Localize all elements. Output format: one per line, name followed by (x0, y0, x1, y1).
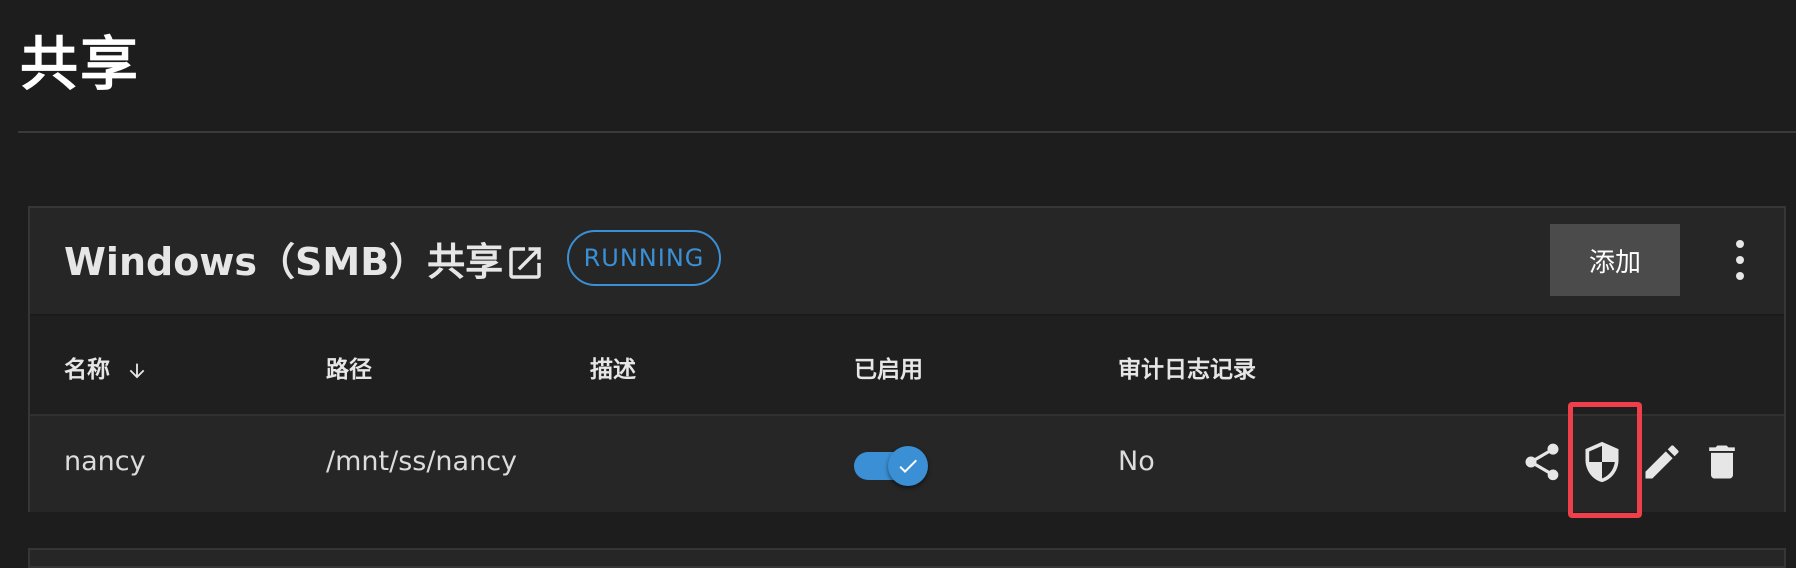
card-header: Windows（SMB）共享 RUNNING 添加 (30, 208, 1784, 316)
column-header-enabled[interactable]: 已启用 (854, 350, 923, 384)
column-header-audit[interactable]: 审计日志记录 (1118, 350, 1256, 384)
smb-shares-card: Windows（SMB）共享 RUNNING 添加 名称 路径 描述 已启用 审… (28, 206, 1786, 512)
toggle-knob (888, 446, 928, 486)
open-in-new-icon[interactable] (504, 242, 546, 284)
status-badge: RUNNING (567, 230, 721, 286)
column-header-description[interactable]: 描述 (590, 350, 636, 384)
share-name: nancy (64, 446, 146, 477)
check-icon (899, 459, 917, 473)
page-title: 共享 (20, 30, 141, 98)
arrow-down-icon[interactable] (126, 360, 148, 382)
more-vert-icon[interactable] (1730, 238, 1750, 282)
column-header-name[interactable]: 名称 (64, 350, 148, 384)
card-title: Windows（SMB）共享 (64, 240, 504, 284)
enabled-toggle[interactable] (854, 446, 928, 486)
next-card (28, 548, 1786, 568)
trash-icon[interactable] (1700, 440, 1744, 484)
share-icon[interactable] (1520, 440, 1564, 484)
share-path: /mnt/ss/nancy (326, 446, 518, 477)
pencil-icon[interactable] (1640, 440, 1684, 484)
table-header: 名称 路径 描述 已启用 审计日志记录 (30, 316, 1784, 416)
audit-logging-value: No (1118, 446, 1155, 477)
highlight-box (1568, 402, 1642, 518)
column-header-path[interactable]: 路径 (326, 350, 372, 384)
column-name-label: 名称 (64, 357, 110, 383)
table-row[interactable]: nancy /mnt/ss/nancy No (30, 416, 1784, 512)
add-button[interactable]: 添加 (1550, 224, 1680, 296)
title-divider (18, 131, 1796, 133)
